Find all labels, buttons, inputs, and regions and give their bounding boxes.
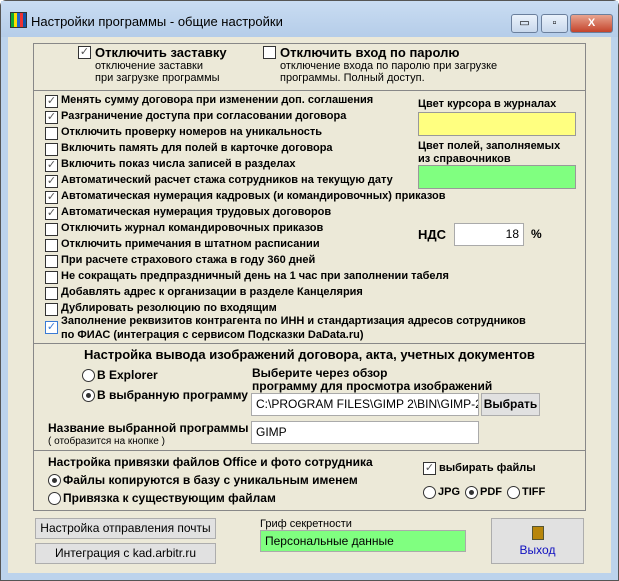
option-label: Не сокращать предпраздничный день на 1 ч…	[61, 270, 449, 282]
password-desc: отключение входа по паролю при загрузке	[280, 60, 498, 72]
option-checkbox[interactable]: ✓	[45, 95, 58, 108]
title-bar: Настройки программы - общие настройки ▭ …	[1, 1, 618, 37]
option-checkbox[interactable]	[45, 143, 58, 156]
dadata-label: Заполнение реквизитов контрагента по ИНН…	[61, 315, 526, 327]
tiff-radio[interactable]	[507, 486, 520, 499]
option-checkbox[interactable]	[45, 239, 58, 252]
divider	[33, 450, 586, 451]
option-label: Добавлять адрес к организации в разделе …	[61, 286, 363, 298]
splash-desc: при загрузке программы	[95, 72, 220, 84]
option-label: Разграничение доступа при согласовании д…	[61, 110, 347, 122]
fields-color-swatch[interactable]	[418, 165, 576, 189]
splash-desc: отключение заставки	[95, 60, 204, 72]
browse-hint: Выберите через обзор	[252, 366, 388, 380]
window-title: Настройки программы - общие настройки	[31, 14, 283, 29]
fields-color-label: Цвет полей, заполняемых	[418, 140, 561, 152]
cursor-color-label: Цвет курсора в журналах	[418, 98, 557, 110]
splash-label: Отключить заставку	[95, 45, 227, 60]
option-checkbox[interactable]: ✓	[45, 159, 58, 172]
kad-integration-button[interactable]: Интеграция с kad.arbitr.ru	[35, 543, 216, 564]
link-existing-label: Привязка к существующим файлам	[63, 491, 276, 505]
selected-program-label: В выбранную программу	[97, 388, 248, 402]
password-label: Отключить вход по паролю	[280, 45, 460, 60]
option-label: При расчете страхового стажа в году 360 …	[61, 254, 316, 266]
divider	[33, 343, 586, 344]
option-checkbox[interactable]: ✓	[45, 191, 58, 204]
vat-input[interactable]: 18	[454, 223, 524, 246]
password-checkbox[interactable]	[263, 46, 276, 59]
option-label: Отключить журнал командировочных приказо…	[61, 222, 324, 234]
copy-unique-label: Файлы копируются в базу с уникальным име…	[63, 473, 358, 487]
explorer-label: В Explorer	[97, 368, 158, 382]
close-button[interactable]: X	[570, 14, 613, 33]
password-desc: программы. Полный доступ.	[280, 72, 425, 84]
mail-settings-button[interactable]: Настройка отправления почты	[35, 518, 216, 539]
exit-button[interactable]: Выход	[491, 518, 584, 564]
jpg-label: JPG	[438, 486, 461, 498]
copy-unique-radio[interactable]	[48, 474, 61, 487]
program-name-label: Название выбранной программы	[48, 421, 249, 435]
option-label: Отключить проверку номеров на уникальнос…	[61, 126, 323, 138]
program-name-sublabel: ( отобразится на кнопке )	[48, 436, 165, 447]
explorer-radio[interactable]	[82, 369, 95, 382]
option-label: Автоматическая нумерация трудовых догово…	[61, 206, 332, 218]
option-label: Автоматическая нумерация кадровых (и ком…	[61, 190, 446, 202]
pdf-label: PDF	[480, 486, 502, 498]
settings-window: Настройки программы - общие настройки ▭ …	[0, 0, 619, 581]
tiff-label: TIFF	[522, 486, 546, 498]
secrecy-label: Гриф секретности	[260, 518, 352, 530]
option-checkbox[interactable]: ✓	[45, 207, 58, 220]
client-area: ✓ Отключить заставку отключение заставки…	[8, 37, 611, 573]
files-section-header: Настройка привязки файлов Office и фото …	[48, 455, 373, 469]
program-path-input[interactable]: C:\PROGRAM FILES\GIMP 2\BIN\GIMP-2	[251, 393, 479, 416]
choose-files-label: выбирать файлы	[439, 462, 536, 474]
option-label: Дублировать резолюцию по входящим	[61, 302, 277, 314]
fields-color-label: из справочников	[418, 153, 511, 165]
option-label: Включить память для полей в карточке дог…	[61, 142, 333, 154]
images-section-header: Настройка вывода изображений договора, а…	[84, 347, 535, 362]
maximize-button[interactable]: ▫	[541, 14, 568, 33]
divider	[33, 90, 586, 91]
jpg-radio[interactable]	[423, 486, 436, 499]
vat-label: НДС	[418, 227, 447, 242]
program-name-input[interactable]: GIMP	[251, 421, 479, 444]
option-checkbox[interactable]: ✓	[45, 111, 58, 124]
secrecy-field[interactable]: Персональные данные	[260, 530, 466, 552]
option-label: Автоматический расчет стажа сотрудников …	[61, 174, 393, 186]
choose-files-checkbox[interactable]: ✓	[423, 462, 436, 475]
option-checkbox[interactable]	[45, 271, 58, 284]
dadata-label: по ФИАС (интеграция с сервисом Подсказки…	[61, 329, 364, 341]
option-label: Отключить примечания в штатном расписани…	[61, 238, 320, 250]
choose-program-button[interactable]: Выбрать	[481, 393, 540, 416]
option-checkbox[interactable]: ✓	[45, 175, 58, 188]
option-checkbox[interactable]	[45, 287, 58, 300]
option-label: Менять сумму договора при изменении доп.…	[61, 94, 374, 106]
app-books-icon	[10, 12, 27, 28]
splash-checkbox[interactable]: ✓	[78, 46, 91, 59]
exit-door-icon	[531, 526, 544, 540]
option-checkbox[interactable]	[45, 127, 58, 140]
pdf-radio[interactable]	[465, 486, 478, 499]
selected-program-radio[interactable]	[82, 389, 95, 402]
minimize-button[interactable]: ▭	[511, 14, 538, 33]
dadata-checkbox[interactable]: ✓	[45, 321, 58, 334]
browse-hint: программу для просмотра изображений	[252, 379, 493, 393]
option-checkbox[interactable]	[45, 255, 58, 268]
vat-unit: %	[531, 227, 542, 241]
link-existing-radio[interactable]	[48, 492, 61, 505]
cursor-color-swatch[interactable]	[418, 112, 576, 136]
option-label: Включить показ числа записей в разделах	[61, 158, 296, 170]
exit-label: Выход	[519, 543, 556, 557]
option-checkbox[interactable]	[45, 223, 58, 236]
option-checkbox[interactable]	[45, 303, 58, 316]
